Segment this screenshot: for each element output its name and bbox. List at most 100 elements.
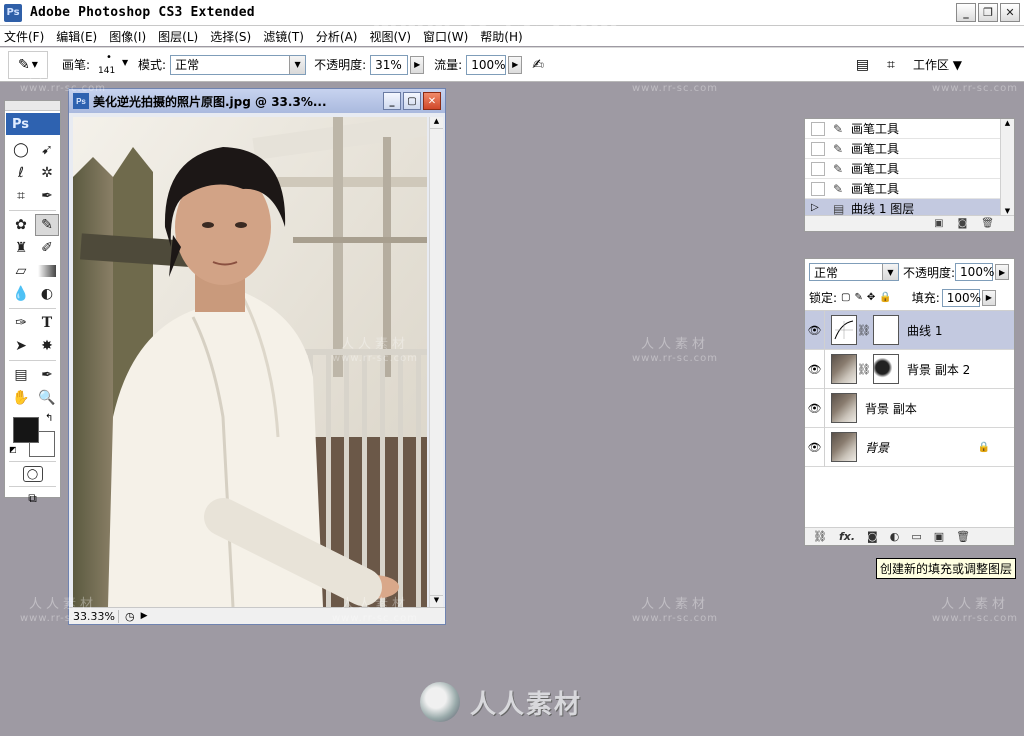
default-colors-icon[interactable]: ◩ xyxy=(9,445,17,454)
new-layer-icon[interactable]: ▣ xyxy=(934,530,944,543)
history-item[interactable]: ✎ 画笔工具 xyxy=(805,159,1014,179)
dodge-tool-icon[interactable]: ◐ xyxy=(35,283,59,305)
eye-icon[interactable]: 👁 xyxy=(805,388,825,428)
layer-row[interactable]: 👁 背景 副本 xyxy=(805,388,1014,428)
clone-stamp-tool-icon[interactable]: ♜ xyxy=(9,237,33,259)
layer-opacity-slider-button[interactable]: ▶ xyxy=(995,264,1010,280)
menu-layer[interactable]: 图层(L) xyxy=(158,28,198,45)
hand-tool-icon[interactable]: ✋ xyxy=(9,387,33,409)
healing-brush-tool-icon[interactable]: ✿ xyxy=(9,214,33,236)
ps-logo[interactable]: Ps xyxy=(6,113,60,135)
menu-edit[interactable]: 编辑(E) xyxy=(56,28,97,45)
layer-row[interactable]: 👁 ⛓ 曲线 1 xyxy=(805,310,1014,350)
maximize-button[interactable]: ❐ xyxy=(978,3,998,22)
layer-mask-thumbnail[interactable] xyxy=(873,315,899,345)
flow-slider-button[interactable]: ▶ xyxy=(508,55,523,74)
eyedropper-tool-icon[interactable]: ✒ xyxy=(35,185,59,207)
history-brush-source[interactable] xyxy=(811,181,825,196)
layer-row[interactable]: 👁 ⛓ 背景 副本 2 xyxy=(805,349,1014,389)
doc-maximize-button[interactable]: ▢ xyxy=(403,92,421,110)
menu-file[interactable]: 文件(F) xyxy=(4,28,44,45)
gradient-tool-icon[interactable] xyxy=(38,265,56,277)
zoom-level[interactable]: 33.33% xyxy=(69,609,119,623)
photo-canvas[interactable] xyxy=(73,117,427,607)
menu-image[interactable]: 图像(I) xyxy=(109,28,146,45)
blend-mode-select[interactable]: 正常 ▼ xyxy=(809,263,899,281)
eye-icon[interactable]: 👁 xyxy=(805,427,825,467)
eyedropper-2-tool-icon[interactable]: ✒ xyxy=(35,364,59,386)
new-adjustment-layer-icon[interactable]: ◐ xyxy=(890,530,900,543)
layer-mask-thumbnail[interactable] xyxy=(873,354,899,384)
custom-shape-tool-icon[interactable]: ✸ xyxy=(35,335,59,357)
menu-window[interactable]: 窗口(W) xyxy=(423,28,468,45)
doc-close-button[interactable]: ✕ xyxy=(423,92,441,110)
bridge-icon[interactable]: ⌗ xyxy=(887,57,895,73)
history-brush-source[interactable] xyxy=(811,161,825,176)
opacity-field[interactable]: 31% xyxy=(370,54,409,75)
menu-filter[interactable]: 滤镜(T) xyxy=(263,28,304,45)
trash-icon[interactable]: 🗑 xyxy=(981,218,994,229)
magic-wand-tool-icon[interactable]: ✲ xyxy=(35,162,59,184)
pen-tool-icon[interactable]: ✑ xyxy=(9,312,33,334)
flow-field[interactable]: 100% xyxy=(466,54,507,75)
lasso-tool-icon[interactable]: ℓ xyxy=(9,162,33,184)
history-brush-source[interactable]: ▷ xyxy=(811,202,825,216)
fill-slider-button[interactable]: ▶ xyxy=(981,289,996,306)
quick-mask-icon[interactable]: ◯ xyxy=(22,466,43,482)
zoom-tool-icon[interactable]: 🔍 xyxy=(35,387,59,409)
brush-tool-icon[interactable]: ✎ xyxy=(35,214,59,236)
crop-tool-icon[interactable]: ⌗ xyxy=(9,185,33,207)
history-item[interactable]: ✎ 画笔工具 xyxy=(805,179,1014,199)
opacity-slider-button[interactable]: ▶ xyxy=(410,55,425,74)
new-document-from-state-icon[interactable]: ▣ xyxy=(934,218,943,229)
screen-mode-icon[interactable]: ⧉ xyxy=(21,491,45,507)
doc-minimize-button[interactable]: _ xyxy=(383,92,401,110)
history-item[interactable]: ✎ 画笔工具 xyxy=(805,139,1014,159)
palette-well-icon[interactable]: ▤ xyxy=(856,57,869,73)
document-vertical-scrollbar[interactable]: ▲ ▼ xyxy=(429,117,443,607)
history-brush-tool-icon[interactable]: ✐ xyxy=(35,237,59,259)
history-brush-source[interactable] xyxy=(811,121,825,136)
blur-tool-icon[interactable]: 💧 xyxy=(9,283,33,305)
airbrush-icon[interactable]: ✍ xyxy=(532,57,544,73)
status-info-icon[interactable]: ◷ xyxy=(125,610,135,623)
workspace-button[interactable]: 工作区 ▼ xyxy=(913,56,962,73)
notes-tool-icon[interactable]: ▤ xyxy=(9,364,33,386)
lock-transparent-icon[interactable]: ▢ xyxy=(841,292,850,303)
history-brush-source[interactable] xyxy=(811,141,825,156)
eye-icon[interactable]: 👁 xyxy=(805,349,825,389)
menu-select[interactable]: 选择(S) xyxy=(210,28,251,45)
history-scrollbar[interactable]: ▲ ▼ xyxy=(1000,119,1014,215)
eraser-tool-icon[interactable]: ▱ xyxy=(9,260,33,282)
fill-field[interactable]: 100% xyxy=(941,288,981,307)
menu-analysis[interactable]: 分析(A) xyxy=(316,28,358,45)
foreground-color[interactable] xyxy=(13,417,39,443)
path-selection-tool-icon[interactable]: ➤ xyxy=(9,335,33,357)
move-tool-icon[interactable]: ➹ xyxy=(35,139,59,161)
tool-preset-picker[interactable]: ✎ ▼ xyxy=(8,50,48,79)
layer-opacity-field[interactable]: 100% xyxy=(955,263,994,281)
document-title-bar[interactable]: Ps 美化逆光拍摄的照片原图.jpg @ 33.3%... _ ▢ ✕ xyxy=(69,89,445,113)
menu-help[interactable]: 帮助(H) xyxy=(480,28,522,45)
trash-icon[interactable]: 🗑 xyxy=(956,530,970,543)
layer-style-button[interactable]: fx. xyxy=(839,530,855,543)
marquee-tool-icon[interactable]: ◯ xyxy=(9,139,33,161)
link-layers-icon[interactable]: ⛓ xyxy=(813,530,827,543)
lock-all-icon[interactable]: 🔒 xyxy=(879,292,891,303)
mode-select[interactable]: 正常 ▼ xyxy=(170,54,307,75)
brush-picker[interactable]: • 141 ▼ xyxy=(94,50,132,80)
lock-position-icon[interactable]: ✥ xyxy=(867,292,875,303)
type-tool-icon[interactable]: T xyxy=(35,312,59,334)
layer-row[interactable]: 👁 背景 🔒 xyxy=(805,427,1014,467)
toolbox-header[interactable] xyxy=(5,101,60,111)
eye-icon[interactable]: 👁 xyxy=(805,310,825,350)
new-group-icon[interactable]: ▭ xyxy=(911,530,921,543)
swap-colors-icon[interactable]: ↰ xyxy=(45,413,53,424)
new-snapshot-icon[interactable]: ◙ xyxy=(958,218,968,229)
add-mask-icon[interactable]: ◙ xyxy=(867,530,878,543)
minimize-button[interactable]: _ xyxy=(956,3,976,22)
history-item[interactable]: ✎ 画笔工具 xyxy=(805,119,1014,139)
close-button[interactable]: ✕ xyxy=(1000,3,1020,22)
menu-view[interactable]: 视图(V) xyxy=(369,28,411,45)
lock-image-icon[interactable]: ✎ xyxy=(855,292,863,303)
